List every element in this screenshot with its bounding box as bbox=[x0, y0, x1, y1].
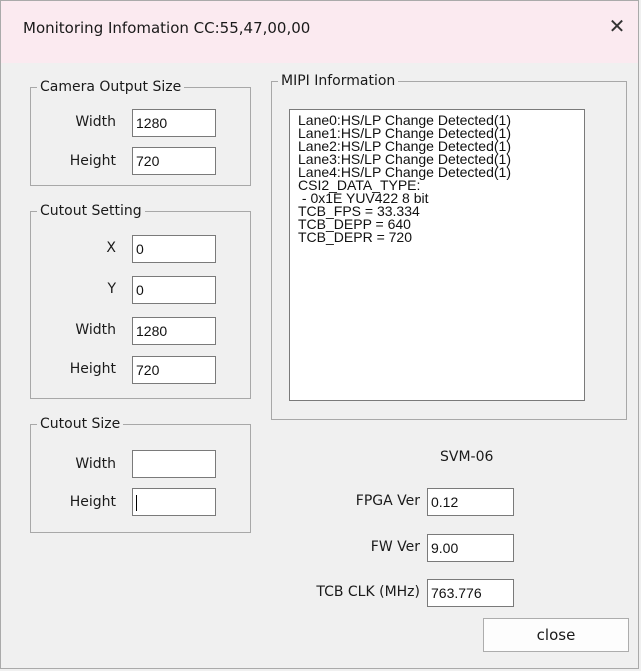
cutout-y-label: Y bbox=[107, 281, 116, 297]
cutout-width-field[interactable]: 1280 bbox=[132, 317, 216, 345]
device-model: SVM-06 bbox=[440, 449, 494, 465]
cutout-setting-group: Cutout Setting X 0 Y 0 Width 1280 Height… bbox=[30, 202, 251, 399]
cutout-size-width-field[interactable] bbox=[132, 450, 216, 478]
tcb-clk-label: TCB CLK (MHz) bbox=[316, 584, 420, 600]
monitoring-dialog: Monitoring Infomation CC:55,47,00,00 ✕ C… bbox=[0, 0, 639, 669]
close-icon[interactable]: ✕ bbox=[602, 11, 632, 41]
mipi-line: TCB_DEPR = 720 bbox=[298, 229, 412, 245]
camera-output-size-title: Camera Output Size bbox=[37, 78, 185, 96]
text-caret bbox=[136, 495, 137, 512]
mipi-info-title: MIPI Information bbox=[278, 72, 399, 90]
camera-output-width-label: Width bbox=[75, 114, 116, 130]
camera-output-size-group: Camera Output Size Width 1280 Height 720 bbox=[30, 78, 251, 186]
fpga-version-label: FPGA Ver bbox=[355, 493, 420, 509]
window-title: Monitoring Infomation CC:55,47,00,00 bbox=[23, 19, 311, 37]
cutout-height-field[interactable]: 720 bbox=[132, 356, 216, 384]
close-button[interactable]: close bbox=[483, 618, 629, 652]
mipi-info-textbox[interactable]: Lane0:HS/LP Change Detected(1) Lane1:HS/… bbox=[289, 109, 585, 401]
cutout-size-title: Cutout Size bbox=[37, 415, 124, 433]
cutout-size-height-label: Height bbox=[69, 494, 116, 510]
camera-output-height-label: Height bbox=[69, 153, 116, 169]
cutout-size-width-label: Width bbox=[75, 456, 116, 472]
cutout-x-field[interactable]: 0 bbox=[132, 235, 216, 263]
cutout-size-group: Cutout Size Width Height bbox=[30, 415, 251, 533]
fpga-version-field[interactable]: 0.12 bbox=[427, 488, 514, 516]
cutout-x-label: X bbox=[106, 240, 116, 256]
cutout-size-height-field[interactable] bbox=[132, 488, 216, 516]
camera-output-width-field[interactable]: 1280 bbox=[132, 109, 216, 137]
cutout-setting-title: Cutout Setting bbox=[37, 202, 145, 220]
title-bar: Monitoring Infomation CC:55,47,00,00 ✕ bbox=[1, 1, 638, 63]
cutout-width-label: Width bbox=[75, 322, 116, 338]
fw-version-field[interactable]: 9.00 bbox=[427, 534, 514, 562]
camera-output-height-field[interactable]: 720 bbox=[132, 147, 216, 175]
fw-version-label: FW Ver bbox=[370, 539, 420, 555]
cutout-y-field[interactable]: 0 bbox=[132, 276, 216, 304]
tcb-clk-field[interactable]: 763.776 bbox=[427, 579, 514, 607]
mipi-info-group: MIPI Information Lane0:HS/LP Change Dete… bbox=[271, 72, 627, 420]
cutout-height-label: Height bbox=[69, 361, 116, 377]
